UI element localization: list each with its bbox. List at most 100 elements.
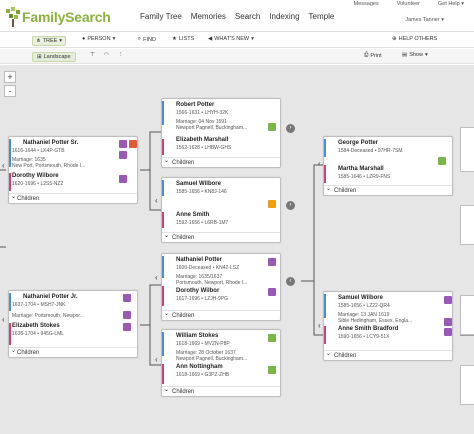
children-toggle[interactable]: Children [162, 156, 280, 167]
children-toggle[interactable]: Children [9, 346, 137, 357]
ordinance-icon[interactable] [123, 311, 131, 319]
collapse-left-icon[interactable]: ‹ [155, 273, 158, 282]
temple-icon[interactable] [268, 334, 276, 342]
megaphone-icon: ◀ [208, 36, 213, 42]
search-icon: ⌕ [138, 36, 142, 42]
person-name[interactable]: Anne Smith Bradford [338, 326, 398, 332]
show-menu-button[interactable]: ▤ Show ▾ [402, 52, 428, 58]
person-name[interactable]: Nathaniel Potter [176, 257, 222, 263]
ordinance-icon[interactable] [119, 140, 127, 148]
person-name[interactable]: Elizabeth Stokes [12, 323, 60, 329]
person-info: 1562-1628 • LHBW-GHS [176, 145, 232, 151]
person-name[interactable]: George Potter [338, 140, 378, 146]
couple-card-william-stokes[interactable]: William Stokes 1618-1669 • MVZN-P8P Marr… [161, 329, 281, 397]
chevron-down-icon: ▾ [251, 36, 254, 42]
lists-button[interactable]: ★ LISTS [172, 36, 194, 42]
person-name[interactable]: Nathaniel Potter Jr. [23, 294, 78, 300]
collapse-left-icon[interactable]: ‹ [318, 159, 321, 168]
person-name[interactable]: Dorothy Wilbor [176, 288, 219, 294]
children-toggle[interactable]: Children [162, 231, 280, 242]
portrait-view-button[interactable]: ⊤ [90, 52, 95, 58]
expand-right-icon[interactable]: › [286, 201, 295, 210]
volunteer-link[interactable]: Volunteer [397, 1, 420, 7]
children-toggle[interactable]: Children [162, 385, 280, 396]
couple-card-nathaniel-potter[interactable]: Nathaniel Potter 1600-Deceased • KN42-LS… [161, 253, 281, 321]
expand-left-icon[interactable]: ‹ [2, 315, 5, 324]
person-info: 1638-1704 • 945G-LML [12, 331, 65, 337]
couple-card-nathaniel-potter-sr[interactable]: Nathaniel Potter Sr. 1616-1644 • LK4P-GT… [8, 136, 138, 204]
help-others-button[interactable]: ⊕ HELP OTHERS [392, 36, 437, 42]
ordinance-icon[interactable] [268, 258, 276, 266]
user-menu[interactable]: James Tanner ▾ [405, 17, 444, 23]
ordinance-icon[interactable] [119, 175, 127, 183]
get-help-link[interactable]: Get Help ▾ [438, 1, 464, 7]
familysearch-logo[interactable]: FamilySearch [6, 6, 111, 28]
person-name[interactable]: Martha Marshall [338, 166, 384, 172]
ordinance-icon[interactable] [444, 296, 452, 304]
nav-temple[interactable]: Temple [309, 12, 335, 21]
person-menu-button[interactable]: ● PERSON ▾ [82, 36, 115, 42]
children-toggle[interactable]: Children [162, 309, 280, 320]
pedigree-canvas[interactable]: + - Nathaniel Potter Sr. 1616-1644 • LK4… [0, 65, 474, 434]
person-name[interactable]: William Stokes [176, 333, 218, 339]
collapse-left-icon[interactable]: ‹ [286, 277, 295, 286]
children-toggle[interactable]: Children [324, 184, 452, 195]
ordinance-icon[interactable] [268, 288, 276, 296]
person-name[interactable]: Elizabeth Marshall [176, 137, 228, 143]
nav-memories[interactable]: Memories [191, 12, 226, 21]
tree-menu-button[interactable]: ⋔ TREE ▾ [32, 36, 67, 46]
marriage-place: Portsmouth, Newport, Rhode I... [176, 280, 248, 286]
offscreen-card-edge [460, 365, 474, 405]
logo-text: FamilySearch [22, 9, 111, 25]
collapse-left-icon[interactable]: ‹ [155, 355, 158, 364]
children-toggle[interactable]: Children [324, 349, 452, 360]
temple-icon[interactable] [438, 157, 446, 165]
expand-left-icon[interactable]: ‹ [2, 161, 5, 170]
star-icon: ★ [172, 36, 177, 42]
print-button[interactable]: ⎙ Print [364, 52, 382, 59]
person-name[interactable]: Nathaniel Potter Sr. [23, 140, 78, 146]
person-name[interactable]: Anne Smith [176, 212, 209, 218]
couple-card-george-potter[interactable]: George Potter 1584-Deceased • 97HR-7SM M… [323, 136, 453, 196]
person-info: 1584-Deceased • 97HR-7SM [338, 148, 403, 154]
landscape-label: Landscape [43, 54, 71, 60]
nav-indexing[interactable]: Indexing [269, 12, 299, 21]
collapse-left-icon[interactable]: ‹ [155, 196, 158, 205]
ordinance-icon[interactable] [119, 151, 127, 159]
temple-icon[interactable] [268, 200, 276, 208]
find-button[interactable]: ⌕ FIND [138, 36, 156, 43]
couple-card-samuel-wilbore[interactable]: Samuel Wilbore 1585-1656 • KN8J-146 Anne… [161, 177, 281, 243]
couple-card-samuel-wilbore-2[interactable]: Samuel Wilbore 1585-1656 • LZ22-QR4 Marr… [323, 291, 453, 361]
warning-icon[interactable] [129, 140, 137, 148]
ordinance-icon[interactable] [444, 328, 452, 336]
collapse-left-icon[interactable]: ‹ [318, 321, 321, 330]
offscreen-card-edge [460, 295, 474, 335]
female-indicator [162, 364, 164, 384]
fan-chart-icon: ◠ [104, 52, 109, 58]
messages-link[interactable]: Messages [354, 1, 379, 7]
nav-family-tree[interactable]: Family Tree [140, 12, 182, 21]
ordinance-icon[interactable] [444, 318, 452, 326]
couple-card-nathaniel-potter-jr[interactable]: Nathaniel Potter Jr. 1637-1704 • MSH7-JN… [8, 290, 138, 358]
landscape-view-button[interactable]: ⊞ Landscape [32, 52, 76, 62]
children-toggle[interactable]: Children [9, 192, 137, 203]
couple-card-robert-potter[interactable]: Robert Potter 1566-1631 • LHYH-32K Marri… [161, 98, 281, 168]
person-name[interactable]: Samuel Wilbore [338, 295, 383, 301]
expand-right-icon[interactable]: › [286, 124, 295, 133]
person-info: 1618-1669 • G3PZ-ZHB [176, 372, 230, 378]
temple-icon[interactable] [268, 366, 276, 374]
person-name[interactable]: Robert Potter [176, 102, 214, 108]
fan-chart-view-button[interactable]: ◠ [104, 52, 109, 58]
descendancy-view-button[interactable]: ⋮ [118, 52, 124, 58]
nav-search[interactable]: Search [235, 12, 260, 21]
marriage-place: New Port, Portsmouth, Rhode I... [12, 163, 86, 169]
person-info: 1566-1631 • LHYH-32K [176, 110, 229, 116]
whats-new-button[interactable]: ◀ WHAT'S NEW ▾ [208, 36, 254, 42]
person-name[interactable]: Samuel Wilbore [176, 181, 221, 187]
ordinance-icon[interactable] [123, 323, 131, 331]
temple-icon[interactable] [268, 123, 276, 131]
person-name[interactable]: Dorothy Wilbore [12, 173, 59, 179]
person-name[interactable]: Ann Nottingham [176, 364, 223, 370]
female-indicator [162, 212, 164, 228]
ordinance-icon[interactable] [123, 294, 131, 302]
